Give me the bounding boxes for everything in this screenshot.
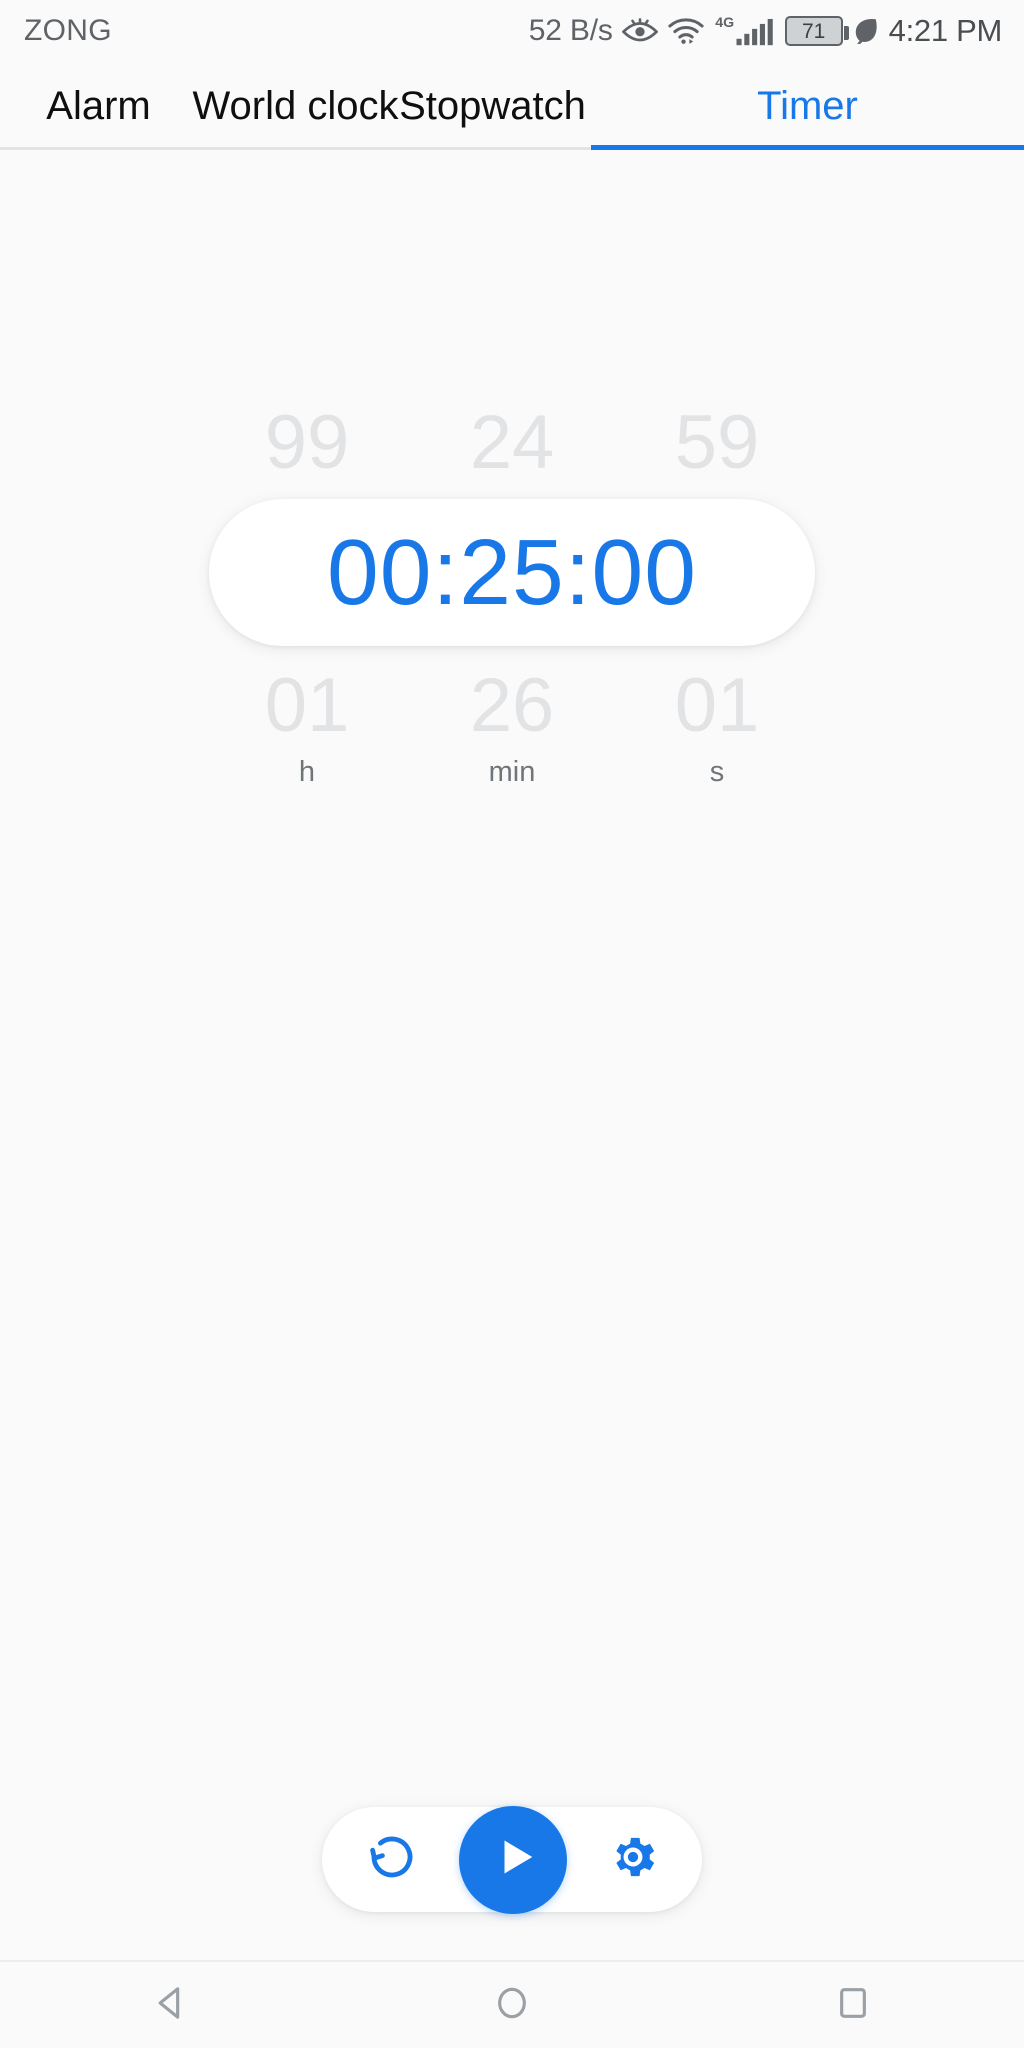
back-icon [151, 1983, 191, 2028]
picker-minutes-below: 26 [469, 663, 555, 748]
battery-icon: 71 [784, 16, 849, 46]
reset-icon [364, 1829, 420, 1890]
timer-selected-value: 00:25:00 [326, 520, 697, 624]
picker-minutes-above: 24 [469, 400, 555, 485]
tab-stopwatch-label: Stopwatch [399, 83, 586, 128]
signal-4g-icon: 4G [714, 14, 776, 48]
tab-world-clock-label: World clock [192, 83, 399, 128]
status-bar-right-group: 52 B/s 4G 71 4:21 PM [528, 13, 1003, 49]
svg-text:4G: 4G [715, 15, 734, 31]
tab-timer-label: Timer [757, 83, 858, 128]
picker-seconds-below: 01 [674, 663, 760, 748]
reset-button[interactable] [364, 1829, 420, 1890]
status-bar: ZONG 52 B/s 4G 71 4:21 PM [0, 0, 1024, 62]
settings-gear-icon [606, 1830, 660, 1889]
nav-home-button[interactable] [422, 1961, 602, 2048]
picker-seconds-above: 59 [674, 400, 760, 485]
picker-hours-below: 01 [264, 663, 350, 748]
tab-bar: Alarm World clock Stopwatch Timer [0, 62, 1024, 150]
unit-label-hours: h [298, 756, 316, 788]
wifi-icon [667, 16, 705, 46]
eye-comfort-icon [621, 16, 658, 46]
play-icon [487, 1834, 539, 1885]
picker-row-above[interactable]: 99 24 59 [202, 405, 822, 481]
tab-world-clock[interactable]: World clock [193, 62, 399, 150]
timer-content: 99 24 59 00:25:00 01 26 01 h min s [0, 150, 1024, 2048]
settings-button[interactable] [606, 1830, 660, 1889]
picker-selected-pill[interactable]: 00:25:00 [209, 499, 815, 646]
start-button[interactable] [459, 1805, 567, 1914]
picker-row-below[interactable]: 01 26 01 [202, 668, 822, 744]
picker-unit-labels: h min s [202, 758, 822, 787]
tab-stopwatch[interactable]: Stopwatch [394, 62, 591, 150]
android-nav-bar [0, 1960, 1024, 2048]
status-clock-label: 4:21 PM [888, 13, 1003, 48]
power-saving-leaf-icon [852, 16, 880, 46]
unit-label-seconds: s [709, 756, 725, 788]
tab-alarm[interactable]: Alarm [0, 62, 197, 150]
network-speed-label: 52 B/s [528, 14, 613, 47]
picker-hours-above: 99 [264, 400, 350, 485]
timer-picker[interactable]: 99 24 59 00:25:00 01 26 01 h min s [0, 405, 1024, 787]
nav-back-button[interactable] [81, 1961, 261, 2048]
tab-timer[interactable]: Timer [591, 62, 1024, 150]
timer-controls-bar [322, 1805, 702, 1914]
carrier-label: ZONG [24, 14, 112, 47]
battery-percent-label: 71 [801, 19, 826, 43]
home-icon [492, 1983, 532, 2028]
phone-screen: ZONG 52 B/s 4G 71 4:21 PM Alarm World cl… [0, 0, 1024, 2048]
nav-recents-button[interactable] [763, 1961, 943, 2048]
recents-icon [833, 1983, 873, 2028]
tab-alarm-label: Alarm [46, 83, 151, 128]
unit-label-minutes: min [488, 756, 536, 788]
